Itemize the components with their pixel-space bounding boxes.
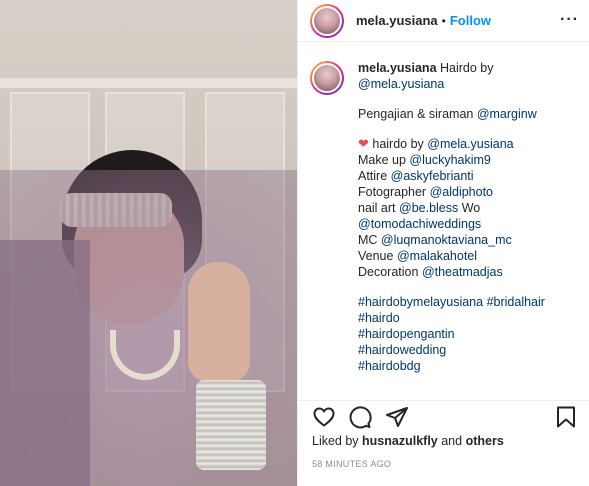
mention-link[interactable]: @tomodachiweddings — [358, 217, 481, 231]
likes-prefix: Liked by — [312, 434, 363, 448]
red-heart-emoji-icon: ❤ — [358, 136, 369, 151]
likes-summary: Liked by husnazulkfly and others — [312, 434, 504, 448]
hashtag-link[interactable]: #bridalhair — [487, 295, 545, 309]
caption-line: MC — [358, 233, 381, 247]
mention-link[interactable]: @aldiphoto — [430, 185, 493, 199]
comment-icon[interactable] — [348, 405, 372, 429]
window-frame — [0, 78, 297, 88]
action-bar — [298, 400, 589, 434]
mention-link[interactable]: @askyfebrianti — [391, 169, 474, 183]
caption-username[interactable]: mela.yusiana — [358, 61, 437, 75]
hashtag-link[interactable]: #hairdo — [358, 311, 400, 325]
mention-link[interactable]: @marginw — [477, 107, 537, 121]
header-username[interactable]: mela.yusiana — [356, 13, 438, 28]
mention-link[interactable]: @theatmadjas — [422, 265, 503, 279]
veil-left — [0, 240, 90, 486]
mention-link[interactable]: @luqmanoktaviana_mc — [381, 233, 512, 247]
caption-line: Attire — [358, 169, 391, 183]
hand — [188, 262, 250, 382]
caption-line: Wo — [458, 201, 481, 215]
separator-dot: • — [441, 13, 446, 28]
caption-text: mela.yusiana Hairdo by @mela.yusiana Pen… — [358, 60, 576, 374]
post-timestamp[interactable]: 58 MINUTES AGO — [312, 459, 391, 469]
bookmark-icon[interactable] — [554, 405, 578, 429]
caption-area: mela.yusiana Hairdo by @mela.yusiana Pen… — [298, 60, 589, 394]
caption-line: Decoration — [358, 265, 422, 279]
caption-line: hairdo by — [368, 137, 428, 151]
caption-row: mela.yusiana Hairdo by @mela.yusiana Pen… — [310, 60, 576, 374]
mention-link[interactable]: @malakahotel — [397, 249, 477, 263]
liked-by-others-link[interactable]: others — [466, 434, 504, 448]
hashtag-link[interactable]: #hairdobdg — [358, 359, 421, 373]
more-options-icon[interactable]: ··· — [560, 11, 579, 29]
liked-by-user-link[interactable]: husnazulkfly — [362, 434, 438, 448]
post-header: mela.yusiana • Follow ··· — [298, 0, 589, 42]
paper-plane-icon[interactable] — [385, 405, 409, 429]
mention-link[interactable]: @mela.yusiana — [358, 77, 444, 91]
likes-middle: and — [437, 434, 466, 448]
hashtag-link[interactable]: #hairdopengantin — [358, 327, 455, 341]
avatar[interactable] — [310, 3, 344, 38]
mention-link[interactable]: @luckyhakim9 — [409, 153, 490, 167]
caption-line: Pengajian & siraman — [358, 107, 477, 121]
caption-intro: Hairdo by — [436, 61, 494, 75]
mention-link[interactable]: @be.bless — [399, 201, 458, 215]
caption-line: nail art — [358, 201, 399, 215]
post-panel: mela.yusiana • Follow ··· mela.yusiana H… — [297, 0, 589, 486]
bangles — [196, 380, 266, 470]
hashtag-link[interactable]: #hairdowedding — [358, 343, 446, 357]
mention-link[interactable]: @mela.yusiana — [427, 137, 513, 151]
post-photo[interactable] — [0, 0, 297, 486]
caption-line: Venue — [358, 249, 397, 263]
hashtag-link[interactable]: #hairdobymelayusiana — [358, 295, 483, 309]
caption-line: Make up — [358, 153, 410, 167]
heart-outline-icon[interactable] — [312, 405, 336, 429]
caption-avatar[interactable] — [310, 61, 344, 95]
caption-line: Fotographer — [358, 185, 430, 199]
follow-button[interactable]: Follow — [450, 13, 491, 28]
